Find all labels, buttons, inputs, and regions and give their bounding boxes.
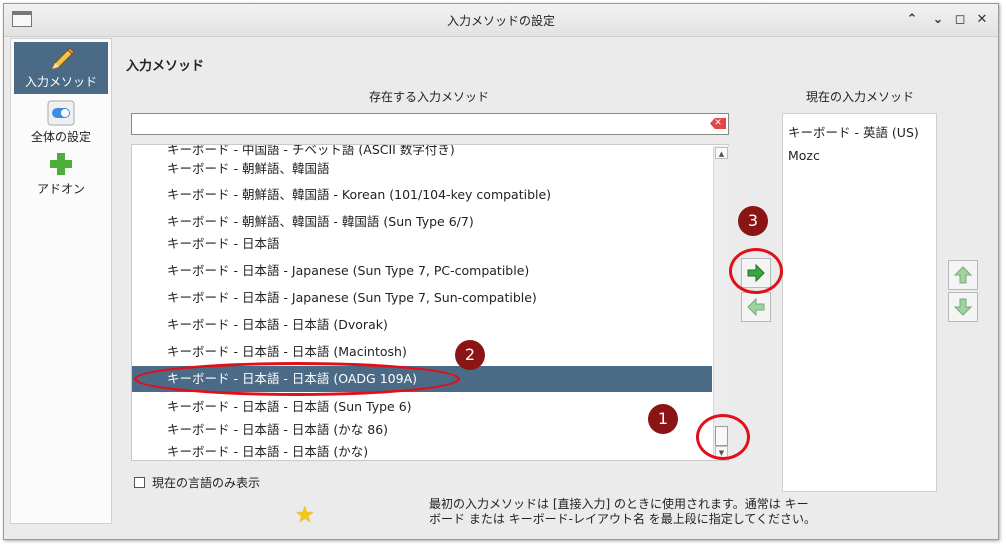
list-scrollbar[interactable]: ▲ ▼ — [713, 146, 729, 459]
annotation-circle-1 — [696, 414, 750, 460]
available-methods-list: キーボード - 中国語 - チベット語 (ASCII 数字付き) キーボード -… — [131, 144, 729, 461]
list-item[interactable]: キーボード - 日本語 - 日本語 (かな) — [132, 439, 712, 460]
help-text-line: 最初の入力メソッドは [直接入力] のときに使用されます。通常は キー — [429, 497, 809, 511]
close-button[interactable]: ✕ — [974, 12, 990, 28]
sidebar-item-global-settings[interactable]: 全体の設定 — [14, 97, 108, 149]
toggle-icon — [47, 100, 75, 126]
minimize-button[interactable]: ⌃ — [904, 12, 920, 28]
plus-icon — [50, 153, 72, 175]
list-item[interactable]: キーボード - 朝鮮語、韓国語 - Korean (101/104-key co… — [132, 182, 712, 208]
restore-button[interactable]: ⌄ — [930, 12, 946, 28]
search-input[interactable]: ✕ — [131, 113, 729, 135]
sidebar-item-label: 全体の設定 — [30, 130, 91, 144]
annotation-circle-3 — [729, 248, 783, 294]
help-text-line: ボード または キーボード-レイアウト名 を最上段に指定してください。 — [429, 512, 817, 526]
list-item[interactable]: キーボード - 朝鮮語、韓国語 — [132, 156, 712, 182]
arrow-left-icon — [747, 297, 765, 317]
annotation-badge-3: 3 — [738, 206, 768, 236]
list-item[interactable]: キーボード - 日本語 — [132, 231, 712, 257]
move-up-button[interactable] — [948, 260, 978, 290]
sidebar-item-label: アドオン — [36, 182, 85, 196]
clear-search-icon[interactable]: ✕ — [710, 118, 726, 129]
scroll-up-arrow-icon[interactable]: ▲ — [715, 147, 728, 159]
maximize-button[interactable]: ◻ — [952, 12, 968, 28]
current-method-item[interactable]: Mozc — [788, 148, 820, 163]
annotation-badge-1: 1 — [648, 404, 678, 434]
section-title: 入力メソッド — [126, 59, 205, 74]
available-methods-heading: 存在する入力メソッド — [368, 90, 489, 104]
list-item[interactable]: キーボード - 日本語 - 日本語 (Dvorak) — [132, 312, 712, 338]
help-text: 最初の入力メソッドは [直接入力] のときに使用されます。通常は キー ボード … — [429, 497, 829, 527]
pencil-icon — [51, 47, 75, 70]
remove-method-button[interactable] — [741, 292, 771, 322]
sidebar-item-input-methods[interactable]: 入力メソッド — [14, 42, 108, 94]
sidebar-item-addons[interactable]: アドオン — [14, 149, 108, 201]
current-methods-list: キーボード - 英語 (US) Mozc — [782, 113, 937, 492]
current-methods-heading: 現在の入力メソッド — [805, 90, 914, 104]
current-language-only-checkbox[interactable] — [134, 477, 145, 488]
title-bar: 入力メソッドの設定 ⌃ ⌄ ◻ ✕ — [4, 4, 998, 37]
arrow-down-icon — [953, 298, 973, 316]
list-item[interactable]: キーボード - 日本語 - Japanese (Sun Type 7, Sun-… — [132, 285, 712, 311]
sidebar: 入力メソッド 全体の設定 アドオン — [10, 38, 112, 524]
list-item[interactable]: キーボード - 日本語 - 日本語 (Macintosh) — [132, 339, 712, 365]
annotation-badge-2: 2 — [455, 340, 485, 370]
star-icon: ★ — [295, 503, 315, 528]
window-title: 入力メソッドの設定 — [446, 14, 555, 28]
current-method-item[interactable]: キーボード - 英語 (US) — [788, 122, 919, 141]
annotation-circle-2 — [134, 362, 460, 396]
sidebar-item-label: 入力メソッド — [24, 75, 97, 89]
checkbox-label: 現在の言語のみ表示 — [152, 476, 261, 490]
list-item[interactable]: キーボード - 日本語 - Japanese (Sun Type 7, PC-c… — [132, 258, 712, 284]
move-down-button[interactable] — [948, 292, 978, 322]
arrow-up-icon — [953, 266, 973, 284]
